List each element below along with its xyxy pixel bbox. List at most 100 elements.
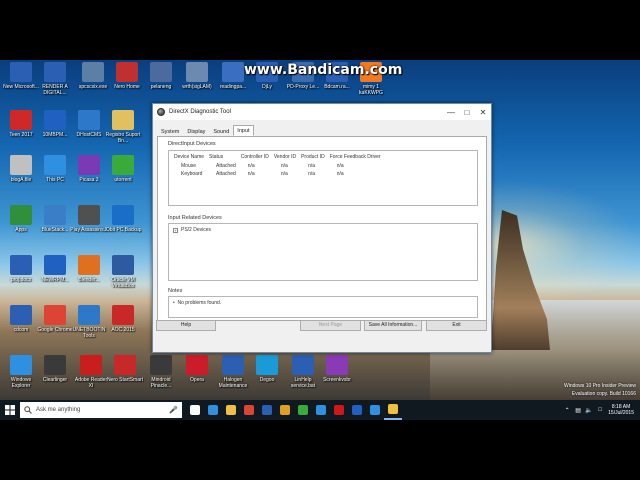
desktop-icon[interactable]: blogA.file [2, 155, 40, 199]
input-related-devices-tree[interactable]: + PS/2 Devices [168, 223, 478, 281]
desktop-icon[interactable]: IObit PC Backup [104, 205, 142, 249]
maximize-button[interactable]: □ [459, 108, 475, 117]
desktop-icon-label: LinHelp service.bat [290, 377, 316, 389]
table-cell: Mouse [181, 163, 197, 169]
taskbar-app-chrome[interactable] [240, 400, 258, 420]
desktop-icon[interactable]: 10MBPM... [36, 110, 74, 154]
cortana-search-box[interactable]: Ask me anything 🎤 [20, 402, 182, 418]
desktop-icon[interactable]: This PC [36, 155, 74, 199]
taskbar-app-utorrent[interactable] [294, 400, 312, 420]
column-header[interactable]: Vendor ID [272, 154, 299, 162]
desktop-icon-label: Google Chrome [37, 327, 73, 333]
desktop-icon[interactable]: BlueStack... [36, 205, 74, 249]
expand-plus-icon[interactable]: + [173, 227, 178, 233]
taskbar-app-dxdiag[interactable] [384, 400, 402, 420]
desktop-icon[interactable]: RENDER A DIGITAL... [36, 62, 74, 106]
network-icon[interactable]: ▤ [574, 407, 582, 414]
taskbar-app-store[interactable] [258, 400, 276, 420]
window-titlebar[interactable]: DirectX Diagnostic Tool — □ ✕ [153, 104, 491, 120]
windows-logo-icon [5, 405, 15, 415]
input-related-devices-label: Input Related Devices [168, 215, 222, 221]
minimize-button[interactable]: — [443, 108, 459, 117]
taskbar-app-edge[interactable] [204, 400, 222, 420]
taskbar-app-bandicam[interactable] [330, 400, 348, 420]
desktop-icon-label: NEWRPM... [41, 277, 69, 283]
table-row[interactable]: Mouse Attached n/a n/a n/a n/a [172, 162, 384, 170]
desktop-icon[interactable]: Adobe Reader XI [72, 355, 110, 399]
desktop-icon[interactable]: Play Assassins... [70, 205, 108, 249]
desktop-icon[interactable]: Blender... [70, 255, 108, 299]
desktop-icon[interactable]: Halogen Maintenance [214, 355, 252, 399]
taskbar-app-settings[interactable] [348, 400, 366, 420]
desktop-icon[interactable]: Windows Explorer [2, 355, 40, 399]
chevron-up-icon[interactable]: ⌃ [563, 407, 571, 414]
column-header[interactable]: Force Feedback Driver [328, 154, 384, 162]
desktop-icon[interactable]: Apps [2, 205, 40, 249]
start-button[interactable] [0, 400, 20, 420]
desktop-icon[interactable]: DHostCMS [70, 110, 108, 154]
photos-icon [316, 405, 326, 415]
desktop-icon[interactable]: Nero StartSmart [106, 355, 144, 399]
desktop-icon[interactable]: wrth(sigLAM) [178, 62, 216, 106]
taskbar-app-photos[interactable] [312, 400, 330, 420]
tab-system[interactable]: System [157, 126, 183, 136]
close-button[interactable]: ✕ [475, 108, 491, 117]
taskbar-app-app[interactable] [366, 400, 384, 420]
next-page-button[interactable]: Next Page [300, 320, 361, 331]
desktop-icon[interactable]: Registro Suport Bn... [104, 110, 142, 154]
desktop-icon[interactable]: Oracle VM VirtualBox [104, 255, 142, 299]
desktop-icon[interactable]: Google Chrome [36, 305, 74, 349]
tree-item-ps2-devices[interactable]: + PS/2 Devices [173, 227, 477, 233]
desktop-icon[interactable]: Screenkvsbr [318, 355, 356, 399]
desktop-icon[interactable]: UNETBOOTIN Tools [70, 305, 108, 349]
desktop-icon[interactable]: Clearlinger [36, 355, 74, 399]
dxdiag-app-icon [157, 108, 165, 116]
file-explorer-icon [226, 405, 236, 415]
desktop-icon[interactable]: Teen 2017 [2, 110, 40, 154]
column-header[interactable]: Device Name [172, 154, 207, 162]
screen: New Microsoft... RENDER A DIGITAL... spcsc… [0, 0, 640, 480]
desktop-icon[interactable]: New Microsoft... [2, 62, 40, 106]
desktop-icon[interactable]: NEWRPM... [36, 255, 74, 299]
desktop-icon[interactable]: utorrent [104, 155, 142, 199]
desktop-icon[interactable]: Picasa 3 [70, 155, 108, 199]
app-icon [150, 62, 172, 82]
column-header[interactable]: Status [207, 154, 239, 162]
volume-icon[interactable]: 🔈 [585, 407, 593, 414]
desktop-icon-label: IObit PC Backup [104, 227, 142, 233]
app-icon [44, 305, 66, 325]
directinput-devices-list[interactable]: Device Name Status Controller ID Vendor … [168, 150, 478, 206]
desktop-icon-label: blogA.file [10, 177, 32, 183]
desktop-icon[interactable]: Mindroid Pinacle... [142, 355, 180, 399]
tab-input[interactable]: Input [233, 125, 254, 136]
microphone-icon[interactable]: 🎤 [169, 406, 178, 414]
app-icon [10, 62, 32, 82]
notifications-icon[interactable]: □ [596, 407, 604, 413]
tab-sound[interactable]: Sound [209, 126, 233, 136]
desktop-icon[interactable]: AOC 2015 [104, 305, 142, 349]
dxdiag-window[interactable]: DirectX Diagnostic Tool — □ ✕ System Dis… [152, 103, 492, 353]
letterbox-top [0, 0, 640, 60]
exit-button[interactable]: Exit [426, 320, 487, 331]
desktop-icon[interactable]: Nero Home [108, 62, 146, 106]
desktop-icon[interactable]: Degoo [248, 355, 286, 399]
desktop-icon[interactable]: spcscsix.exe [74, 62, 112, 106]
column-header[interactable]: Product ID [299, 154, 328, 162]
clock[interactable]: 8:18 AM 15/Jul/2015 [608, 404, 634, 416]
desktop-icon[interactable]: LinHelp service.bat [284, 355, 322, 399]
tab-display[interactable]: Display [183, 126, 209, 136]
desktop-icon[interactable]: proj.docx [2, 255, 40, 299]
desktop-icon-label: 10MBPM... [42, 132, 68, 138]
chrome-icon [244, 405, 254, 415]
taskbar-app-media[interactable] [276, 400, 294, 420]
column-header[interactable]: Controller ID [239, 154, 272, 162]
taskbar-app-file-explorer[interactable] [222, 400, 240, 420]
help-button[interactable]: Help [156, 320, 216, 331]
app-icon [78, 110, 100, 130]
desktop-icon[interactable]: cdcom [2, 305, 40, 349]
taskbar-app-task-view[interactable] [186, 400, 204, 420]
save-all-information-button[interactable]: Save All Information... [364, 320, 422, 331]
desktop-icon[interactable]: Opera [178, 355, 216, 399]
desktop-icon[interactable]: pelaneng [142, 62, 180, 106]
table-row[interactable]: Keyboard Attached n/a n/a n/a n/a [172, 170, 384, 178]
